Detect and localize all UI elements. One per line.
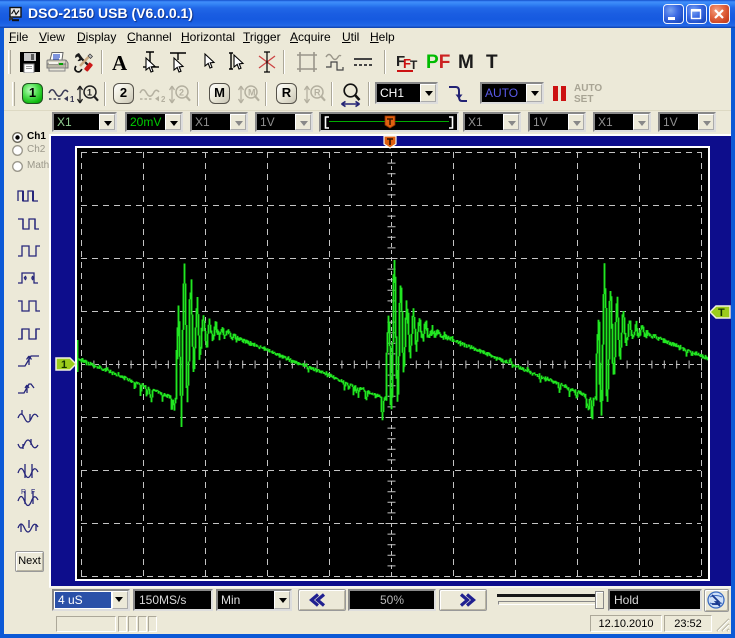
svg-text:1: 1 [87,88,92,98]
svg-text:2: 2 [161,95,165,104]
svg-text:M: M [248,88,256,98]
svg-text:1: 1 [61,359,67,371]
svg-text:2: 2 [179,88,184,98]
svg-text:1: 1 [70,95,74,104]
svg-text:R: R [314,88,321,98]
svg-text:T: T [718,307,725,319]
